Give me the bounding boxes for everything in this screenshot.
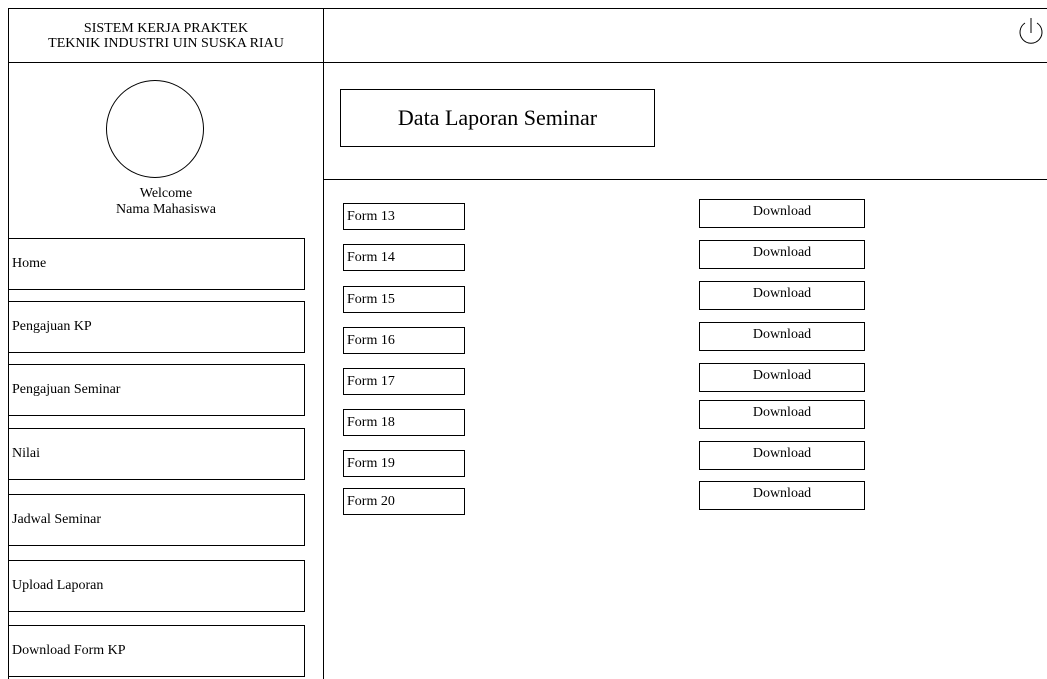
welcome-label: Welcome [139, 186, 193, 201]
form-label: Form 13 [343, 203, 465, 230]
avatar [106, 80, 204, 178]
sidebar-item-label: Upload Laporan [12, 578, 104, 593]
download-button[interactable]: Download [699, 400, 865, 429]
sidebar-item-label: Download Form KP [12, 643, 126, 658]
download-button[interactable]: Download [699, 199, 865, 228]
form-label: Form 20 [343, 488, 465, 515]
sidebar-item-label: Pengajuan KP [12, 319, 92, 334]
download-button[interactable]: Download [699, 281, 865, 310]
sidebar-item-home[interactable]: Home [8, 238, 305, 290]
form-label: Form 15 [343, 286, 465, 313]
download-button[interactable]: Download [699, 240, 865, 269]
form-label: Form 14 [343, 244, 465, 271]
page-title: Data Laporan Seminar [340, 89, 655, 147]
download-button[interactable]: Download [699, 481, 865, 510]
user-name: Nama Mahasiswa [116, 202, 216, 217]
form-label: Form 19 [343, 450, 465, 477]
sidebar-item-label: Nilai [12, 446, 40, 461]
sidebar-item-jadwal-seminar[interactable]: Jadwal Seminar [8, 494, 305, 546]
sidebar-item-label: Home [12, 256, 47, 271]
sidebar-item-nilai[interactable]: Nilai [8, 428, 305, 480]
app-title-line1: SISTEM KERJA PRAKTEK [83, 20, 249, 36]
app-title: SISTEM KERJA PRAKTEK TEKNIK INDUSTRI UIN… [8, 8, 324, 63]
download-button[interactable]: Download [699, 441, 865, 470]
download-button[interactable]: Download [699, 322, 865, 351]
app-title-line2: TEKNIK INDUSTRI UIN SUSKA RIAU [48, 35, 284, 51]
form-label: Form 18 [343, 409, 465, 436]
sidebar-item-download-form-kp[interactable]: Download Form KP [8, 625, 305, 677]
sidebar-item-label: Pengajuan Seminar [12, 382, 121, 397]
header-bottom-border [324, 62, 1047, 63]
form-label: Form 17 [343, 368, 465, 395]
download-button[interactable]: Download [699, 363, 865, 392]
form-label: Form 16 [343, 327, 465, 354]
sidebar-item-pengajuan-kp[interactable]: Pengajuan KP [8, 301, 305, 353]
sidebar-item-upload-laporan[interactable]: Upload Laporan [8, 560, 305, 612]
power-icon[interactable] [1014, 15, 1047, 49]
content-divider [324, 179, 1047, 180]
sidebar-item-pengajuan-seminar[interactable]: Pengajuan Seminar [8, 364, 305, 416]
welcome-text: Welcome Nama Mahasiswa [8, 186, 324, 218]
sidebar-item-label: Jadwal Seminar [12, 512, 102, 527]
